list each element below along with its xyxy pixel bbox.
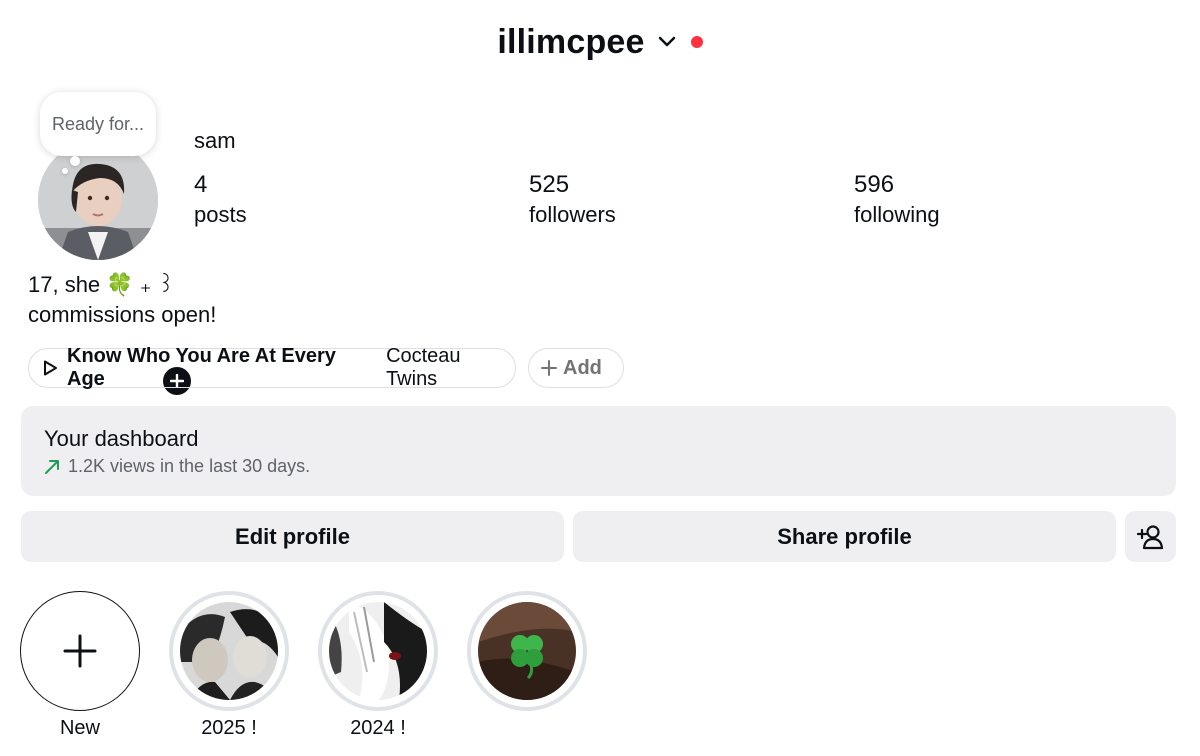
highlight-cover[interactable] xyxy=(318,591,438,711)
note-tail-small xyxy=(62,168,68,174)
bio-line: commissions open! xyxy=(28,302,217,327)
song-title: Know Who You Are At Every Age xyxy=(67,345,336,390)
highlight-image xyxy=(478,602,576,700)
note-tail xyxy=(70,156,80,166)
highlight-cover[interactable] xyxy=(169,591,289,711)
edit-profile-button[interactable]: Edit profile xyxy=(21,511,564,562)
avatar[interactable] xyxy=(38,140,158,260)
views-text: 1.2K views in the last 30 days. xyxy=(68,456,311,476)
trend-up-icon xyxy=(44,459,60,475)
dashboard-title: Your dashboard xyxy=(44,426,199,451)
discover-people-button[interactable] xyxy=(1125,511,1176,562)
highlight-cover[interactable] xyxy=(467,591,587,711)
add-label: Add xyxy=(563,356,602,379)
add-link-button[interactable]: Add xyxy=(528,348,624,388)
professional-dashboard[interactable]: Your dashboard 1.2K views in the last 30… xyxy=(21,406,1176,496)
bio: 17, she 🍀 ₊ ꒱ commissions open! xyxy=(28,270,216,330)
highlight-image xyxy=(329,602,427,700)
plus-icon xyxy=(541,360,557,376)
play-icon xyxy=(41,359,59,377)
highlight-label: 2024 ! xyxy=(350,717,406,739)
profile-music-button[interactable]: Know Who You Are At Every Age Cocteau Tw… xyxy=(28,345,516,390)
display-name: sam xyxy=(194,128,236,153)
dashboard-subtitle: 1.2K views in the last 30 days. xyxy=(44,456,1176,477)
profile-header: illimcpee xyxy=(0,18,1200,66)
new-highlight-circle[interactable] xyxy=(20,591,140,711)
add-person-icon xyxy=(1136,524,1165,550)
plus-icon xyxy=(63,634,97,668)
song-artist: Cocteau Twins xyxy=(386,345,461,390)
following-label: following xyxy=(854,202,940,227)
posts-stat[interactable]: 4 posts xyxy=(194,170,247,230)
new-highlight-button[interactable]: New xyxy=(20,591,140,740)
highlight-item[interactable]: 2024 ! xyxy=(318,591,438,740)
notification-dot xyxy=(690,36,703,48)
highlight-item[interactable] xyxy=(467,591,587,717)
followers-label: followers xyxy=(529,202,616,227)
share-profile-button[interactable]: Share profile xyxy=(573,511,1116,562)
posts-count: 4 xyxy=(194,171,208,198)
highlight-label: 2025 ! xyxy=(201,717,257,739)
following-stat[interactable]: 596 following xyxy=(854,170,940,230)
bio-line: 17, she 🍀 ₊ ꒱ xyxy=(28,272,175,297)
username[interactable]: illimcpee xyxy=(497,23,644,62)
highlight-item[interactable]: 2025 ! xyxy=(169,591,289,740)
followers-count: 525 xyxy=(529,171,570,198)
chevron-down-icon[interactable] xyxy=(657,32,677,52)
posts-label: posts xyxy=(194,202,247,227)
note-bubble[interactable]: Ready for... xyxy=(40,92,156,156)
highlight-label: New xyxy=(59,717,100,739)
highlight-image xyxy=(180,602,278,700)
following-count: 596 xyxy=(854,171,895,198)
avatar-container[interactable] xyxy=(38,140,194,398)
followers-stat[interactable]: 525 followers xyxy=(529,170,616,230)
